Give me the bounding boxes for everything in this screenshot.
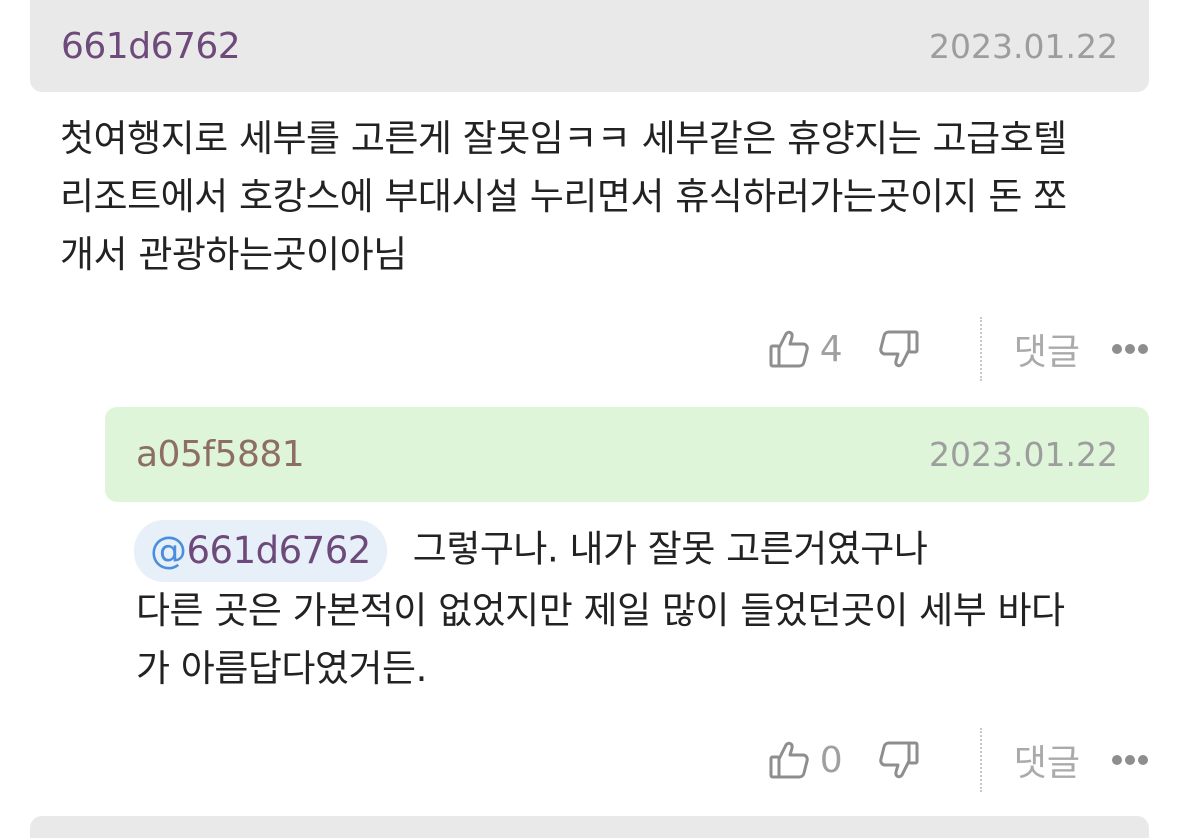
reply-body: @661d6762 그렇구나. 내가 잘못 고른거였구나 다른 곳은 가본적이 없… bbox=[134, 520, 1065, 698]
action-divider bbox=[979, 728, 982, 792]
reply-header: a05f5881 2023.01.22 bbox=[105, 407, 1149, 502]
comment-thread: 661d6762 2023.01.22 첫여행지로 세부를 고른게 잘못임ㅋㅋ … bbox=[0, 0, 1179, 838]
thumbs-up-icon[interactable] bbox=[768, 739, 810, 781]
like-count: 0 bbox=[819, 739, 843, 781]
comment-header: 661d6762 2023.01.22 bbox=[30, 0, 1149, 92]
reply-body-first-line: @661d6762 그렇구나. 내가 잘못 고른거였구나 bbox=[134, 520, 1065, 582]
next-comment-header bbox=[30, 816, 1149, 838]
reply-body-line: 가 아름답다였거든. bbox=[136, 647, 427, 690]
more-dots-icon[interactable] bbox=[1110, 755, 1149, 765]
comment-body-line: 개서 관광하는곳이아님 bbox=[60, 233, 407, 276]
like-count: 4 bbox=[819, 328, 843, 370]
mention-tag[interactable]: @661d6762 bbox=[134, 520, 387, 582]
comment-date: 2023.01.22 bbox=[929, 26, 1118, 66]
comment-body-line: 첫여행지로 세부를 고른게 잘못임ㅋㅋ 세부같은 휴양지는 고급호텔 bbox=[60, 117, 1067, 160]
reply-body-line: 다른 곳은 가본적이 없었지만 제일 많이 들었던곳이 세부 바다 bbox=[136, 589, 1065, 632]
mention-handle: 661d6762 bbox=[186, 529, 372, 572]
reply-button[interactable]: 댓글 bbox=[1014, 323, 1080, 375]
reply-button[interactable]: 댓글 bbox=[1014, 734, 1080, 786]
mention-at-sign: @ bbox=[150, 529, 187, 572]
reply-body-line: 그렇구나. 내가 잘못 고른거였구나 bbox=[412, 527, 928, 571]
thumbs-up-icon[interactable] bbox=[768, 328, 810, 370]
comment-body-line: 리조트에서 호캉스에 부대시설 누리면서 휴식하러가는곳이지 돈 쪼 bbox=[60, 175, 1067, 218]
comment-body: 첫여행지로 세부를 고른게 잘못임ㅋㅋ 세부같은 휴양지는 고급호텔 리조트에서… bbox=[60, 110, 1067, 284]
more-dots-icon[interactable] bbox=[1110, 344, 1149, 354]
reply-date: 2023.01.22 bbox=[929, 435, 1118, 474]
thumbs-down-icon[interactable] bbox=[878, 328, 920, 370]
comment-actions: 4 댓글 bbox=[768, 317, 1149, 381]
reply-username[interactable]: a05f5881 bbox=[136, 434, 305, 475]
comment-username[interactable]: 661d6762 bbox=[61, 26, 241, 67]
thumbs-down-icon[interactable] bbox=[878, 739, 920, 781]
action-divider bbox=[979, 317, 982, 381]
reply-actions: 0 댓글 bbox=[768, 728, 1149, 792]
